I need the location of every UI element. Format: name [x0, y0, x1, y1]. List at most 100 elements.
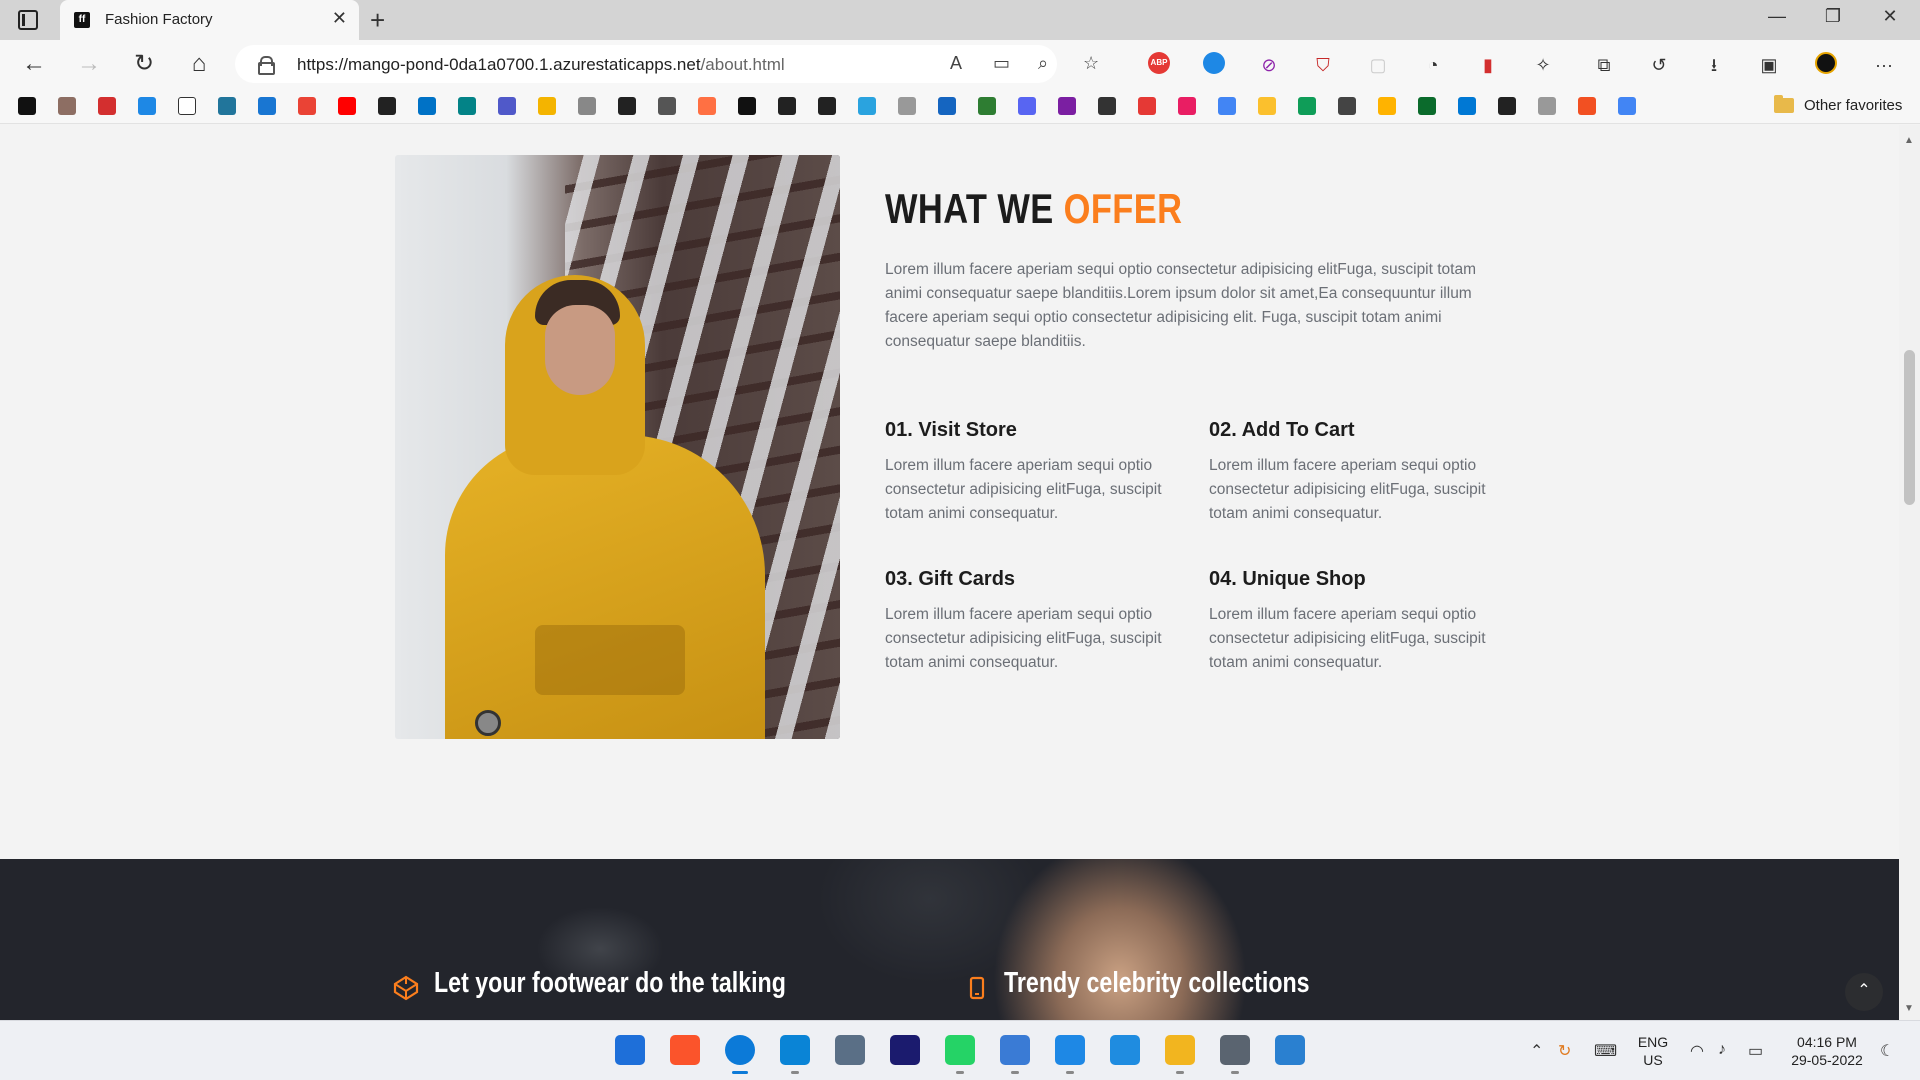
green-icon[interactable] [978, 97, 996, 115]
google-icon[interactable] [1218, 97, 1236, 115]
address-bar[interactable]: https://mango-pond-0da1a0700.1.azurestat… [235, 45, 1099, 83]
camera-icon[interactable] [835, 1035, 865, 1065]
refresh-icon[interactable]: ↻ [128, 50, 160, 78]
language-indicator[interactable]: ENG US [1636, 1033, 1670, 1069]
eye-icon[interactable] [1498, 97, 1516, 115]
adblock-icon[interactable]: ABP [1148, 52, 1170, 74]
bm-icon[interactable] [898, 97, 916, 115]
scrollbar-thumb[interactable] [1904, 350, 1915, 505]
minimize-icon[interactable]: — [1757, 6, 1797, 27]
history-icon[interactable]: ↺ [1647, 53, 1671, 77]
whatsapp-icon[interactable] [945, 1035, 975, 1065]
scroll-up-icon[interactable]: ▲ [1904, 135, 1914, 146]
azure-icon[interactable] [1458, 97, 1476, 115]
youtube-icon[interactable] [338, 97, 356, 115]
immersive-reader-icon[interactable]: ▭ [993, 53, 1010, 74]
add-favorite-icon[interactable]: ☆ [1083, 53, 1099, 74]
ext-shield-icon[interactable]: ⛉ [1311, 53, 1335, 77]
collections-icon[interactable]: ⧉ [1592, 53, 1616, 77]
close-window-icon[interactable]: ✕ [1870, 6, 1910, 27]
url-text[interactable]: https://mango-pond-0da1a0700.1.azurestat… [297, 55, 785, 75]
volume-icon[interactable]: ♪ [1718, 1041, 1726, 1059]
shazam-icon[interactable] [1203, 52, 1225, 74]
hackernews-icon[interactable] [18, 97, 36, 115]
notification-icon[interactable]: ☾ [1880, 1041, 1894, 1061]
extensions-icon[interactable]: ✧ [1531, 53, 1555, 77]
outlook-icon[interactable] [418, 97, 436, 115]
square-icon[interactable] [258, 97, 276, 115]
keyboard-icon[interactable]: ⌨ [1594, 1041, 1617, 1061]
sharepoint-icon[interactable] [458, 97, 476, 115]
speed-icon[interactable]: ◔ [1421, 53, 1445, 77]
edge-icon[interactable] [725, 1035, 755, 1065]
battery-icon[interactable]: ▭ [1748, 1041, 1763, 1061]
purple-icon[interactable] [1058, 97, 1076, 115]
windows-start-icon[interactable] [615, 1035, 645, 1065]
github-icon[interactable] [778, 97, 796, 115]
gold-icon[interactable] [1258, 97, 1276, 115]
hashnode-icon[interactable] [738, 97, 756, 115]
ext-color-icon[interactable]: ▮ [1476, 53, 1500, 77]
bookmark-2[interactable] [58, 97, 76, 115]
home-icon[interactable]: ⌂ [183, 50, 215, 78]
eq-icon[interactable] [1338, 97, 1356, 115]
box-icon[interactable] [1378, 97, 1396, 115]
amazon-music-icon[interactable] [890, 1035, 920, 1065]
file-explorer-icon[interactable] [1165, 1035, 1195, 1065]
cc-icon[interactable] [1098, 97, 1116, 115]
qr-icon[interactable] [658, 97, 676, 115]
teams-icon[interactable] [498, 97, 516, 115]
sidebar-toggle-icon[interactable] [18, 10, 38, 30]
downloads-icon[interactable]: ⭳ [1702, 53, 1726, 77]
wifi-icon[interactable]: ◠ [1690, 1041, 1704, 1061]
clock[interactable]: 04:16 PM 29-05-2022 [1782, 1033, 1872, 1069]
scroll-to-top-button[interactable]: ⌃ [1845, 973, 1883, 1011]
usf-icon[interactable] [1418, 97, 1436, 115]
meet-icon[interactable] [1298, 97, 1316, 115]
github-icon-2[interactable] [818, 97, 836, 115]
chevron-up-icon[interactable]: ⌃ [1530, 1041, 1543, 1061]
grid-icon[interactable] [1538, 97, 1556, 115]
dots-icon[interactable] [538, 97, 556, 115]
circle-icon[interactable] [618, 97, 636, 115]
block-icon[interactable]: ⊘ [1257, 53, 1281, 77]
settings-icon[interactable] [1220, 1035, 1250, 1065]
profile-avatar[interactable] [1815, 52, 1837, 74]
wordpress-icon[interactable] [218, 97, 236, 115]
vx-icon[interactable]: ▣ [1757, 53, 1781, 77]
notepad-icon[interactable] [1055, 1035, 1085, 1065]
page-icon[interactable] [178, 97, 196, 115]
pen-icon[interactable] [1178, 97, 1196, 115]
telegram-icon[interactable] [858, 97, 876, 115]
photos-icon[interactable] [1275, 1035, 1305, 1065]
discord-icon[interactable] [1018, 97, 1036, 115]
scroll-down-icon[interactable]: ▼ [1904, 1003, 1914, 1014]
browser-tab-active[interactable]: ff Fashion Factory ✕ [60, 0, 359, 40]
page-scrollbar[interactable]: ▲ ▼ [1899, 125, 1920, 1020]
back-icon[interactable]: ← [18, 50, 50, 78]
tab-close-icon[interactable]: ✕ [332, 8, 347, 29]
swirl-icon[interactable] [698, 97, 716, 115]
forward-icon[interactable]: → [73, 50, 105, 78]
is-icon[interactable] [138, 97, 156, 115]
more-options-icon[interactable]: ··· [1872, 53, 1896, 77]
more-icon[interactable] [378, 97, 396, 115]
ext-blank-icon[interactable]: ▢ [1366, 53, 1390, 77]
pdf-icon[interactable] [98, 97, 116, 115]
other-favorites-folder[interactable]: Other favorites [1774, 95, 1902, 114]
vscode-icon[interactable] [780, 1035, 810, 1065]
brave-icon[interactable] [670, 1035, 700, 1065]
zoom-icon[interactable]: ⌕ [1038, 53, 1048, 74]
restore-icon[interactable]: ❐ [1813, 6, 1853, 27]
vmware-icon[interactable] [1110, 1035, 1140, 1065]
microsoft-icon[interactable] [1578, 97, 1596, 115]
image-icon[interactable] [578, 97, 596, 115]
red-icon[interactable] [1138, 97, 1156, 115]
performance-icon[interactable] [1000, 1035, 1030, 1065]
new-tab-icon[interactable]: + [370, 5, 385, 36]
google-icon-2[interactable] [1618, 97, 1636, 115]
shield-icon[interactable] [938, 97, 956, 115]
read-aloud-icon[interactable]: A [950, 53, 962, 74]
gmail-icon[interactable] [298, 97, 316, 115]
lock-icon[interactable] [258, 56, 275, 75]
